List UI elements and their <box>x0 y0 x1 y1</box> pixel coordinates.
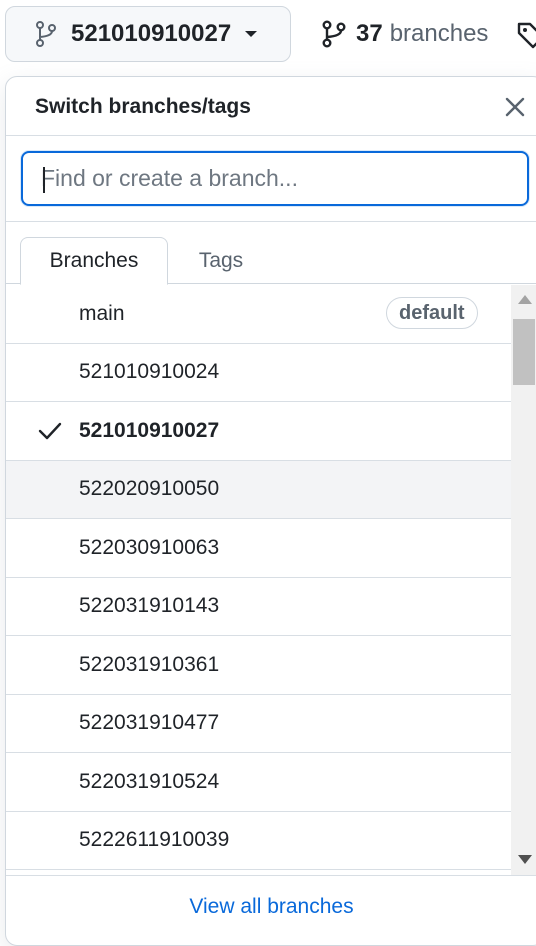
branch-name: 5222611910039 <box>79 828 230 852</box>
branch-name: 522031910361 <box>79 652 220 676</box>
dropdown-title: Switch branches/tags <box>35 95 251 118</box>
branch-row-selected[interactable]: 521010910027 <box>6 402 511 461</box>
branch-dropdown-panel: Switch branches/tags Branches Tags main … <box>5 76 536 946</box>
branch-filter-input[interactable] <box>21 151 529 206</box>
branch-name: 522031910477 <box>79 711 220 735</box>
branch-row[interactable]: 522031910361 <box>6 636 511 695</box>
tab-branches[interactable]: Branches <box>20 237 168 285</box>
branches-count: 37 <box>356 20 383 47</box>
git-branch-icon <box>36 21 56 47</box>
check-icon <box>38 422 62 439</box>
filter-section <box>6 136 536 222</box>
branch-row[interactable]: 522031910524 <box>6 753 511 812</box>
branches-word: branches <box>389 20 489 47</box>
view-all-branches-link[interactable]: View all branches <box>189 895 353 919</box>
branch-select-button[interactable]: 521010910027 <box>5 6 291 62</box>
branch-name: 521010910024 <box>79 360 220 384</box>
scroll-up-arrow-icon[interactable] <box>518 295 532 304</box>
dropdown-header: Switch branches/tags <box>6 77 536 136</box>
branch-name: 522020910050 <box>79 477 220 501</box>
branch-row[interactable]: 522031910477 <box>6 695 511 753</box>
branch-name: 522031910143 <box>79 594 220 618</box>
branch-name: 521010910027 <box>79 418 220 442</box>
branch-row[interactable]: 522020910050 <box>6 460 511 519</box>
dropdown-footer: View all branches <box>6 875 536 937</box>
text-cursor <box>43 167 45 193</box>
list-scrollbar[interactable] <box>511 285 536 875</box>
branches-count-link[interactable]: 37 branches <box>322 18 488 50</box>
scroll-down-arrow-icon[interactable] <box>518 855 532 864</box>
tab-tags[interactable]: Tags <box>178 237 264 284</box>
branch-row[interactable]: 522031910143 <box>6 578 511 636</box>
branch-list: main default 521010910024 521010910027 5… <box>6 285 511 871</box>
branch-row[interactable]: 522030910063 <box>6 519 511 578</box>
scrollbar-thumb[interactable] <box>513 319 535 385</box>
branch-name: 522031910524 <box>79 769 220 793</box>
git-branch-icon <box>322 20 346 48</box>
branch-name: main <box>79 301 125 325</box>
branch-row[interactable]: 5222611910039 <box>6 812 511 870</box>
chevron-down-icon <box>245 31 258 37</box>
tag-icon[interactable] <box>516 20 536 50</box>
branch-name: 522030910063 <box>79 535 220 559</box>
default-badge: default <box>386 297 478 329</box>
close-icon[interactable] <box>502 94 528 120</box>
branch-row-main[interactable]: main default <box>6 285 511 344</box>
branch-row[interactable]: 521010910024 <box>6 344 511 402</box>
branch-tag-tabs: Branches Tags <box>6 222 536 285</box>
current-branch-label: 521010910027 <box>71 20 232 47</box>
